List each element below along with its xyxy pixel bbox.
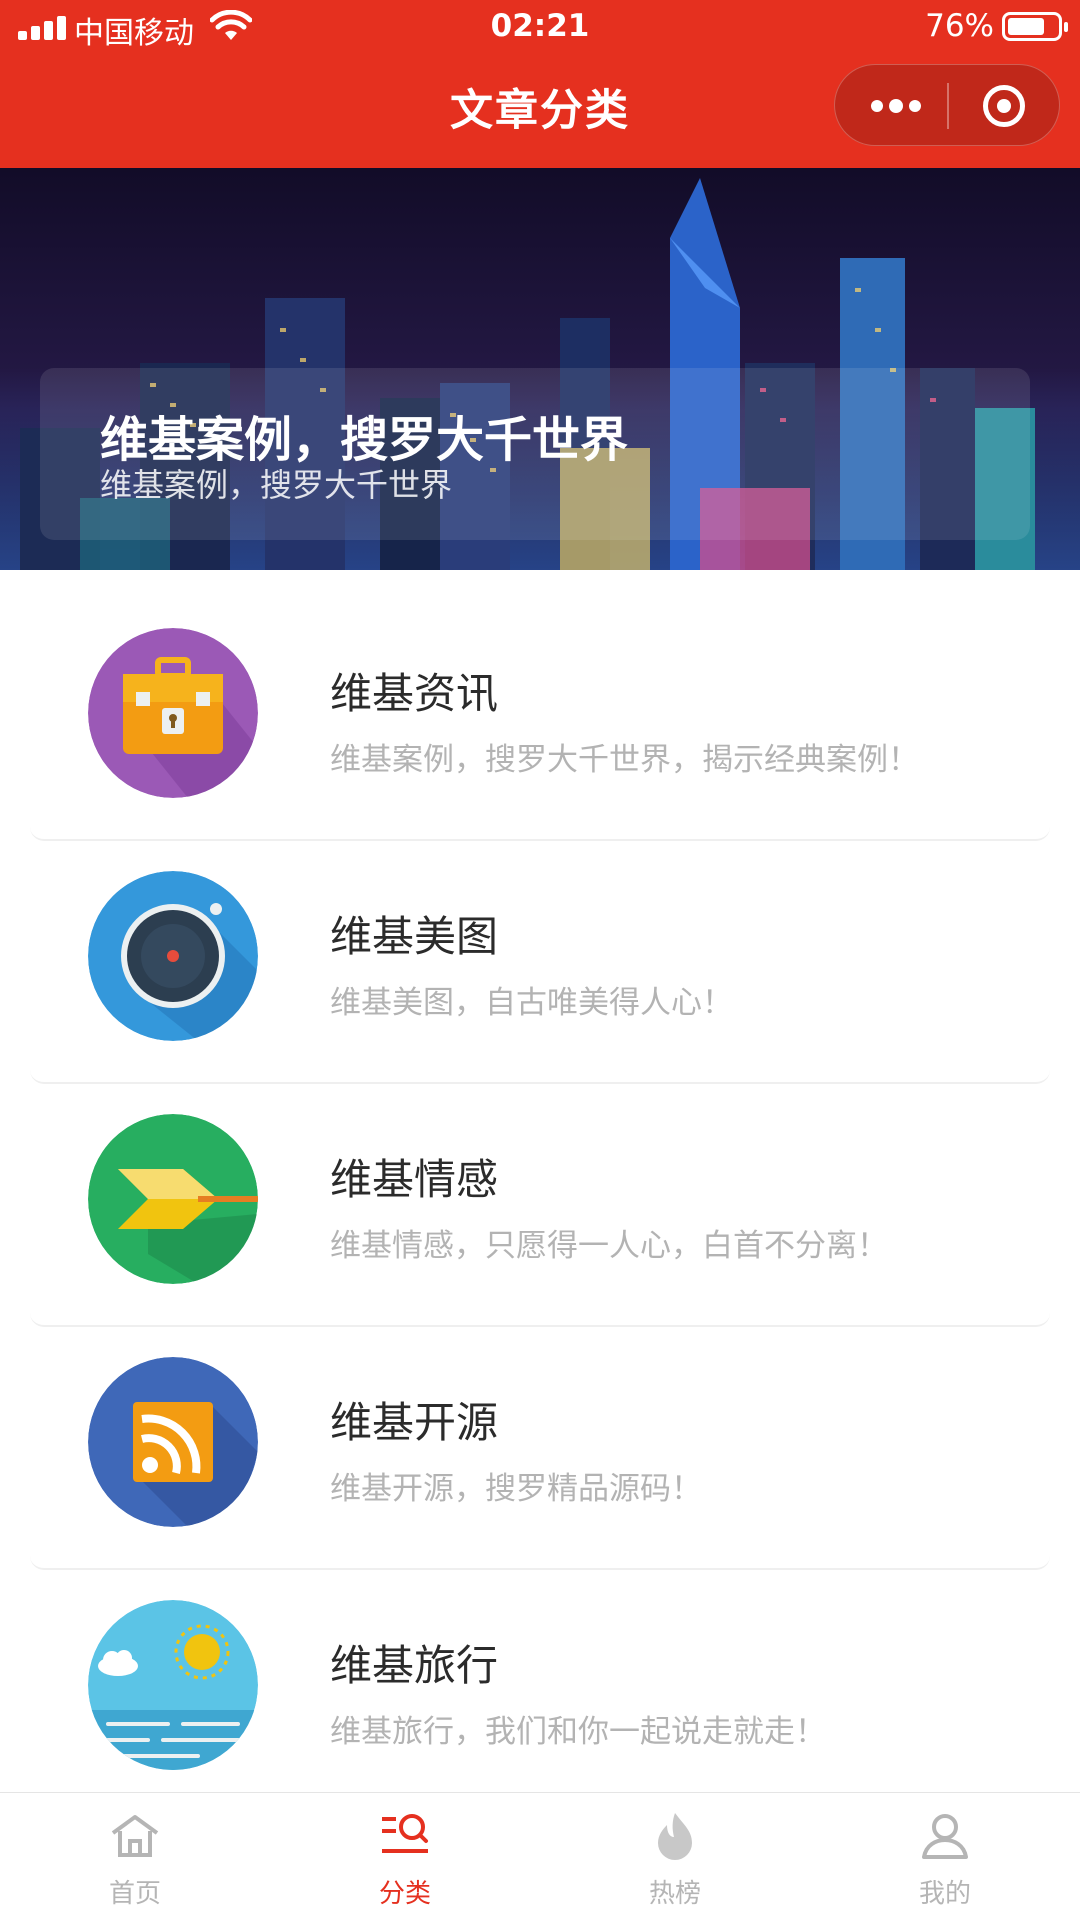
arrow-icon: [88, 1114, 258, 1284]
tab-trending[interactable]: 热榜: [540, 1793, 810, 1920]
clock: 02:21: [490, 8, 590, 44]
camera-lens-icon: [88, 871, 258, 1041]
close-mini-program-button[interactable]: [983, 85, 1025, 127]
tab-profile[interactable]: 我的: [810, 1793, 1080, 1920]
tab-label: 分类: [378, 1879, 431, 1909]
category-title: 维基开源: [330, 1398, 499, 1447]
user-icon: [922, 1814, 968, 1859]
banner[interactable]: 维基案例，搜罗大千世界 维基案例，搜罗大千世界: [0, 168, 1080, 570]
category-description: 维基美图，自古唯美得人心！: [330, 985, 733, 1021]
status-bar: 中国移动 02:21 76%: [0, 0, 1080, 54]
category-item-photos[interactable]: 维基美图 维基美图，自古唯美得人心！: [30, 841, 1050, 1084]
battery-percent: 76%: [925, 8, 994, 44]
tab-home[interactable]: 首页: [0, 1793, 270, 1920]
tab-label: 首页: [108, 1879, 161, 1909]
briefcase-icon: [88, 628, 258, 798]
category-item-emotion[interactable]: 维基情感 维基情感，只愿得一人心，白首不分离！: [30, 1084, 1050, 1327]
category-title: 维基资讯: [330, 669, 499, 718]
sun-sea-icon: [88, 1600, 258, 1770]
more-options-button[interactable]: [871, 93, 923, 119]
tab-label: 热榜: [648, 1879, 701, 1909]
banner-subtitle: 维基案例，搜罗大千世界: [100, 466, 453, 504]
category-title: 维基旅行: [330, 1641, 499, 1690]
category-item-opensource[interactable]: 维基开源 维基开源，搜罗精品源码！: [30, 1327, 1050, 1570]
home-icon: [111, 1815, 159, 1857]
category-description: 维基旅行，我们和你一起说走就走！: [330, 1714, 826, 1750]
top-bar: 中国移动 02:21 76% 文章分类: [0, 0, 1080, 168]
category-item-news[interactable]: 维基资讯 维基案例，搜罗大千世界，揭示经典案例！: [30, 598, 1050, 841]
category-icon: [382, 1814, 428, 1853]
battery-icon: [1002, 12, 1068, 41]
category-description: 维基案例，搜罗大千世界，揭示经典案例！: [330, 742, 919, 778]
category-description: 维基情感，只愿得一人心，白首不分离！: [330, 1228, 888, 1264]
category-description: 维基开源，搜罗精品源码！: [330, 1471, 702, 1507]
tab-bar: 首页 分类 热榜 我的: [0, 1792, 1080, 1920]
category-list: 维基资讯 维基案例，搜罗大千世界，揭示经典案例！ 维基美图 维基美图，自古唯美得…: [30, 598, 1050, 1813]
rss-icon: [88, 1357, 258, 1527]
category-item-travel[interactable]: 维基旅行 维基旅行，我们和你一起说走就走！: [30, 1570, 1050, 1813]
tab-category[interactable]: 分类: [270, 1793, 540, 1920]
flame-icon: [658, 1813, 692, 1860]
battery-level: [1008, 18, 1044, 35]
tab-label: 我的: [918, 1879, 971, 1909]
capsule-divider: [947, 83, 949, 129]
category-title: 维基情感: [330, 1155, 499, 1204]
category-title: 维基美图: [330, 912, 499, 961]
mini-program-capsule: [834, 64, 1060, 146]
